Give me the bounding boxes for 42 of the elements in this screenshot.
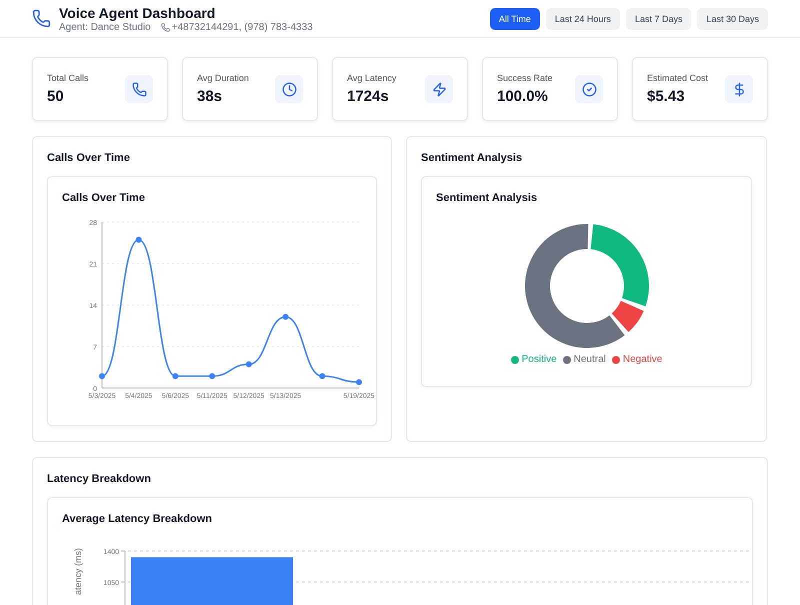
panel-title: Sentiment Analysis [421,152,524,164]
phone-icon [32,9,51,28]
chart-title: Sentiment Analysis [436,192,538,204]
axis-title: atency (ms) [73,548,83,595]
stat-value: 1724s [347,88,390,105]
dollar-icon [725,75,753,103]
stat-value: $5.43 [647,88,686,105]
y-axis [124,550,126,605]
clock-icon [275,75,303,103]
legend-label: Positive [522,354,557,365]
time-filter-button[interactable]: Last 30 Days [697,8,768,30]
legend-label: Negative [622,354,662,365]
chart-title: Calls Over Time [62,192,146,204]
lightning-icon [425,75,453,103]
time-filter-button[interactable]: Last 24 Hours [546,8,620,30]
data-point [136,236,142,243]
agent-name: Agent: Dance Studio [59,22,151,32]
chart-title: Average Latency Breakdown [62,513,213,525]
stat-value: 100.0% [497,88,549,105]
data-point [209,373,216,380]
stat-label: Estimated Cost [647,73,708,83]
panel-title: Calls Over Time [47,152,131,164]
stat-value: 38s [197,88,224,105]
data-point [99,373,105,380]
time-filter-button[interactable]: Last 7 Days [626,8,692,30]
data-point [319,373,326,380]
stat-label: Avg Duration [197,73,249,83]
phone-icon [125,75,153,103]
legend-label: Neutral [574,354,606,365]
stat-label: Success Rate [497,73,553,83]
phone-icon [160,22,170,32]
data-point [282,314,289,320]
data-point [172,373,178,380]
data-point [356,379,362,386]
data-point [246,361,252,368]
time-filter-button[interactable]: All Time [490,8,540,30]
panel-title: Latency Breakdown [47,473,152,485]
stat-label: Avg Latency [347,73,396,83]
stat-value: 50 [47,88,65,105]
dashboard-title: Voice Agent Dashboard [59,4,216,22]
phone-numbers: +48732144291, (978) 783-4333 [172,22,313,32]
stat-label: Total Calls [47,73,89,83]
